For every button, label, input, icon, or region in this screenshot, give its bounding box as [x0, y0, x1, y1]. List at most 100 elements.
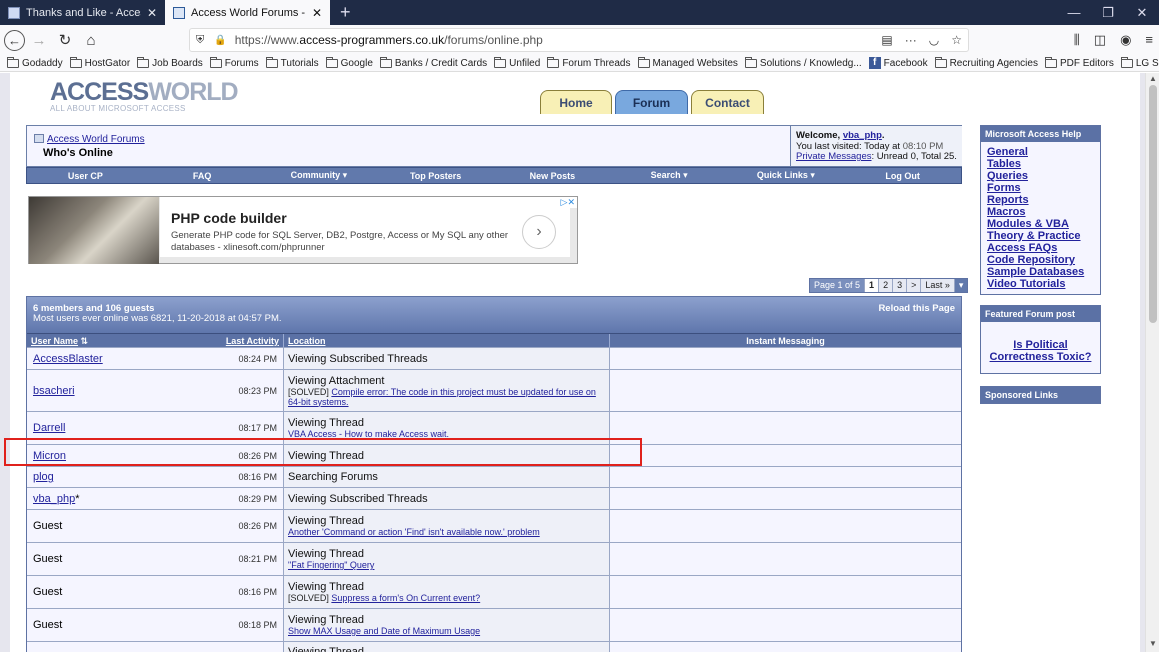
bookmark-item[interactable]: Job Boards [137, 56, 203, 69]
help-link[interactable]: Tables [987, 158, 1094, 170]
navbar-item[interactable]: New Posts [494, 171, 611, 181]
reload-page-link[interactable]: Reload this Page [878, 304, 955, 314]
reload-icon[interactable]: ↻ [53, 28, 77, 52]
bookmark-item[interactable]: f Facebook [868, 57, 928, 69]
tab-home[interactable]: Home [540, 90, 612, 114]
reader-view-icon[interactable]: ▤ [881, 33, 892, 47]
bookmark-item[interactable]: HostGator [69, 56, 130, 69]
private-messages-link[interactable]: Private Messages [796, 151, 872, 162]
sort-username-link[interactable]: User Name [31, 336, 78, 346]
thread-link[interactable]: Show MAX Usage and Date of Maximum Usage [288, 626, 480, 636]
user-name-link[interactable]: Darrell [33, 422, 65, 434]
user-name-link[interactable]: plog [33, 471, 54, 483]
ad-choices-icon[interactable]: ▷✕ [558, 197, 577, 208]
thread-link[interactable]: Another 'Command or action 'Find' isn't … [288, 527, 540, 537]
help-link[interactable]: Code Repository [987, 254, 1094, 266]
help-link[interactable]: Access FAQs [987, 242, 1094, 254]
minimize-icon[interactable]: — [1057, 0, 1091, 25]
help-link[interactable]: Theory & Practice [987, 230, 1094, 242]
advertisement[interactable]: PHP code builder Generate PHP code for S… [28, 196, 578, 264]
sort-icon[interactable]: ⇅ [81, 336, 89, 346]
thread-link[interactable]: "Fat Fingering" Query [288, 560, 374, 570]
lock-icon[interactable]: 🔒 [214, 35, 226, 46]
bookmark-item[interactable]: Google [325, 56, 373, 69]
page-link-2[interactable]: 2 [878, 279, 893, 292]
pocket-icon[interactable]: ◡ [929, 33, 939, 47]
help-link[interactable]: Sample Databases [987, 266, 1094, 278]
close-window-icon[interactable]: ✕ [1125, 0, 1159, 25]
user-name-link[interactable]: bsacheri [33, 385, 75, 397]
page-scrollbar[interactable]: ▲ ▼ [1145, 73, 1159, 652]
site-logo[interactable]: ACCESSWORLD ALL ABOUT MICROSOFT ACCESS [50, 80, 239, 114]
folder-icon [137, 56, 150, 68]
bookmark-label: LG Support [1135, 57, 1159, 69]
navbar-item[interactable]: Log Out [844, 171, 961, 181]
bookmark-item[interactable]: PDF Editors [1044, 56, 1114, 69]
help-link[interactable]: Video Tutorials [987, 278, 1094, 290]
bookmark-item[interactable]: Godaddy [7, 56, 63, 69]
page-link-1[interactable]: 1 [864, 279, 879, 292]
thread-link[interactable]: Compile error: The code in this project … [288, 387, 596, 407]
navbar-item[interactable]: Quick Links ▾ [728, 170, 845, 181]
bookmark-label: PDF Editors [1059, 57, 1114, 69]
home-icon[interactable]: ⌂ [79, 28, 103, 52]
bookmark-item[interactable]: Unfiled [494, 56, 540, 69]
help-link[interactable]: Forms [987, 182, 1094, 194]
user-name-link[interactable]: AccessBlaster [33, 353, 103, 365]
close-tab-icon[interactable]: ✕ [312, 6, 322, 20]
user-name-link[interactable]: vba_php [33, 493, 75, 505]
navbar-item[interactable]: Community ▾ [261, 170, 378, 181]
featured-post-link[interactable]: Is Political Correctness Toxic? [987, 339, 1094, 363]
scroll-down-icon[interactable]: ▼ [1149, 639, 1157, 648]
page-actions-icon[interactable]: ··· [905, 33, 917, 47]
scroll-thumb[interactable] [1149, 85, 1157, 323]
tab-forum[interactable]: Forum [615, 90, 688, 114]
ad-chevron-right-icon[interactable]: › [522, 215, 556, 249]
browser-tab-1[interactable]: Thanks and Like - Access World ✕ [0, 0, 165, 25]
user-name: Guest [33, 553, 63, 565]
next-page-link[interactable]: > [906, 279, 921, 292]
bookmark-star-icon[interactable]: ☆ [951, 33, 962, 47]
url-bar[interactable]: ⛨ 🔒 https://www.access-programmers.co.uk… [189, 28, 969, 52]
bookmark-item[interactable]: Forums [209, 56, 259, 69]
help-link[interactable]: General [987, 146, 1094, 158]
scroll-up-icon[interactable]: ▲ [1149, 74, 1157, 83]
folder-icon [325, 56, 338, 68]
bookmark-item[interactable]: Managed Websites [637, 56, 738, 69]
help-link[interactable]: Modules & VBA [987, 218, 1094, 230]
bookmark-item[interactable]: Solutions / Knowledg... [744, 56, 862, 69]
tracking-shield-icon[interactable]: ⛨ [196, 34, 204, 47]
menu-icon[interactable]: ≡ [1145, 28, 1153, 52]
username-link[interactable]: vba_php [843, 130, 882, 141]
breadcrumb-root-link[interactable]: Access World Forums [47, 134, 145, 145]
restore-icon[interactable]: ❐ [1091, 0, 1125, 25]
sidebar-icon[interactable]: ◫ [1094, 28, 1106, 52]
close-tab-icon[interactable]: ✕ [147, 6, 157, 20]
bookmark-item[interactable]: LG Support [1120, 56, 1159, 69]
bookmark-item[interactable]: Recruiting Agencies [934, 56, 1038, 69]
bookmark-item[interactable]: Banks / Credit Cards [379, 56, 487, 69]
last-page-link[interactable]: Last » [920, 279, 954, 292]
navbar-item[interactable]: User CP [27, 171, 144, 181]
help-link[interactable]: Macros [987, 206, 1094, 218]
library-icon[interactable]: ⫼ [1074, 28, 1080, 52]
sort-location-link[interactable]: Location [288, 336, 326, 346]
help-link[interactable]: Reports [987, 194, 1094, 206]
navbar-item[interactable]: Search ▾ [611, 170, 728, 181]
back-icon[interactable]: ← [4, 29, 25, 51]
browser-tab-2[interactable]: Access World Forums - Who's O ✕ [165, 0, 330, 25]
bookmark-item[interactable]: Forum Threads [547, 56, 631, 69]
help-link[interactable]: Queries [987, 170, 1094, 182]
page-jump-chevron-down-icon[interactable]: ▾ [953, 279, 968, 292]
navbar-item[interactable]: FAQ [144, 171, 261, 181]
account-icon[interactable]: ◉ [1120, 28, 1131, 52]
thread-link[interactable]: Suppress a form's On Current event? [331, 593, 480, 603]
page-link-3[interactable]: 3 [892, 279, 907, 292]
tab-contact[interactable]: Contact [691, 90, 764, 114]
new-tab-icon[interactable]: + [330, 0, 361, 25]
sort-last-activity-link[interactable]: Last Activity [226, 334, 279, 347]
bookmark-item[interactable]: Tutorials [265, 56, 319, 69]
last-activity-time: 08:16 PM [238, 472, 277, 482]
forward-icon[interactable]: → [27, 28, 51, 52]
navbar-item[interactable]: Top Posters [377, 171, 494, 181]
